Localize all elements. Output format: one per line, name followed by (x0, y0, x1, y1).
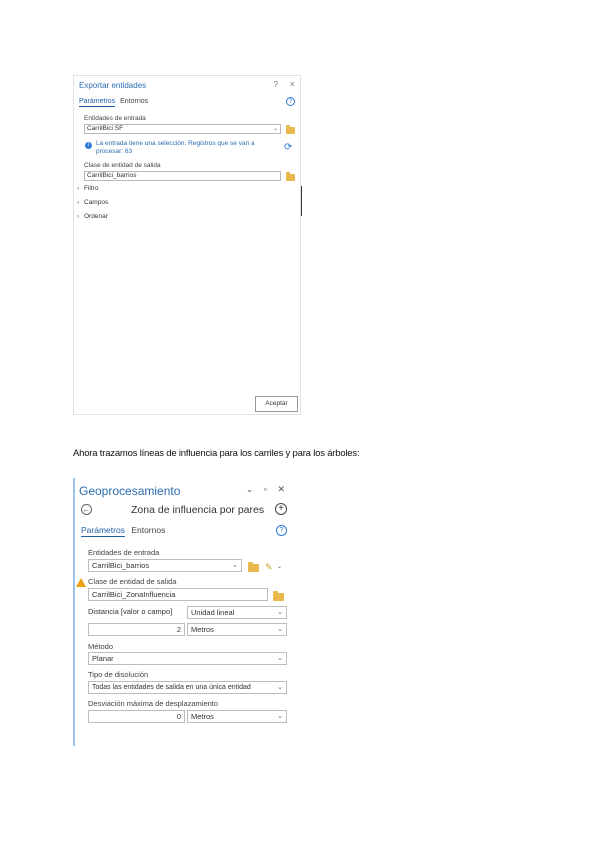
output-class-label: Clase de entidad de salida (88, 577, 177, 586)
back-arrow-icon[interactable]: ← (81, 504, 92, 515)
folder-icon[interactable] (248, 562, 259, 572)
section-filtro[interactable]: › Filtro (77, 185, 98, 192)
geo-panel-tabs: Parámetros Entornos (81, 525, 169, 537)
chevron-down-icon[interactable]: ⌄ (277, 563, 282, 570)
section-ordenar-label: Ordenar (84, 213, 108, 220)
dissolve-value: Todas las entidades de salida en una úni… (92, 684, 251, 691)
refresh-icon[interactable]: ⟳ (284, 142, 292, 153)
output-class-value: CarrilBici_ZonaInfluencia (92, 590, 176, 599)
output-class-value: CarrilBici_barrios (87, 172, 137, 179)
chevron-down-icon[interactable]: ⌄ (277, 624, 283, 635)
dissolve-label: Tipo de disolución (88, 670, 149, 679)
output-class-input[interactable]: CarrilBici_barrios (84, 171, 281, 181)
offset-label: Desviación máxima de desplazamiento (88, 699, 219, 708)
input-features-label: Entidades de entrada (84, 115, 146, 122)
help-circle-icon[interactable]: ? (276, 525, 287, 536)
distance-unit-value: Metros (191, 625, 214, 634)
chevron-down-icon[interactable]: ⌄ (277, 711, 283, 722)
chevron-down-icon[interactable]: ⌄ (277, 653, 283, 664)
tab-entornos[interactable]: Entornos (120, 98, 148, 106)
folder-icon[interactable] (286, 125, 295, 134)
geoprocessing-title: Geoprocesamiento (79, 484, 181, 498)
info-icon: i (85, 142, 92, 149)
folder-icon[interactable] (286, 172, 295, 181)
offset-input[interactable]: 0 (88, 710, 185, 723)
offset-unit-value: Metros (191, 712, 214, 721)
section-filtro-label: Filtro (84, 185, 99, 192)
geoprocessing-panel: Geoprocesamiento ⌄ ▫ ✕ ← Zona de influen… (73, 478, 291, 746)
unit-type-select[interactable]: Unidad lineal ⌄ (187, 606, 287, 619)
folder-icon[interactable] (273, 591, 284, 601)
panel-divider (301, 186, 302, 216)
method-select[interactable]: Planar ⌄ (88, 652, 287, 665)
input-features-select[interactable]: CarrilBici_barrios ⌄ (88, 559, 242, 572)
method-value: Planar (92, 654, 114, 663)
tab-parametros[interactable]: Parámetros (81, 525, 125, 537)
input-features-label: Entidades de entrada (88, 548, 160, 557)
export-panel-title: Exportar entidades (79, 81, 147, 90)
offset-unit-select[interactable]: Metros ⌄ (187, 710, 287, 723)
panel-left-border (73, 478, 75, 746)
section-campos[interactable]: › Campos (77, 199, 108, 206)
chevron-down-icon[interactable]: ⌄ (232, 560, 238, 571)
chevron-down-icon[interactable]: ⌄ (277, 682, 283, 693)
add-icon[interactable]: + (275, 503, 287, 515)
chevron-down-icon[interactable]: ⌄ (273, 125, 278, 133)
export-features-panel: Exportar entidades ? × Parámetros Entorn… (73, 75, 302, 415)
distance-label: Distancia [valor o campo] (88, 606, 185, 619)
input-features-select[interactable]: CarrilBici SF ⌄ (84, 124, 281, 134)
pencil-icon[interactable]: ✎ (265, 562, 273, 573)
warning-icon (76, 578, 86, 587)
help-icon[interactable]: ? (274, 80, 278, 89)
section-ordenar[interactable]: › Ordenar (77, 213, 108, 220)
distance-input[interactable]: 2 (88, 623, 185, 636)
export-panel-header: Exportar entidades ? × (79, 79, 296, 93)
tab-entornos[interactable]: Entornos (131, 525, 165, 536)
output-class-input[interactable]: CarrilBici_ZonaInfluencia (88, 588, 268, 601)
dissolve-select[interactable]: Todas las entidades de salida en una úni… (88, 681, 287, 694)
output-class-label: Clase de entidad de salida (84, 162, 161, 169)
accept-button[interactable]: Aceptar (255, 396, 298, 412)
tab-parametros[interactable]: Parámetros (79, 98, 116, 107)
tool-name: Zona de influencia por pares (131, 504, 265, 516)
chevron-down-icon[interactable]: ⌄ (277, 607, 283, 618)
chevron-right-icon: › (77, 185, 80, 192)
input-features-value: CarrilBici_barrios (92, 561, 150, 570)
export-panel-tabs: Parámetros Entornos (79, 98, 151, 107)
document-caption: Ahora trazamos líneas de influencia para… (73, 448, 360, 459)
distance-unit-select[interactable]: Metros ⌄ (187, 623, 287, 636)
chevron-right-icon: › (77, 199, 80, 206)
input-features-value: CarrilBici SF (87, 125, 124, 132)
method-label: Método (88, 642, 114, 651)
help-circle-icon[interactable]: ? (286, 97, 295, 106)
window-controls[interactable]: ⌄ ▫ ✕ (246, 484, 289, 495)
chevron-right-icon: › (77, 213, 80, 220)
unit-type-value: Unidad lineal (191, 608, 235, 617)
section-campos-label: Campos (84, 199, 109, 206)
close-icon[interactable]: × (290, 79, 295, 89)
selection-info-message: La entrada tiene una selección. Registro… (96, 140, 255, 155)
